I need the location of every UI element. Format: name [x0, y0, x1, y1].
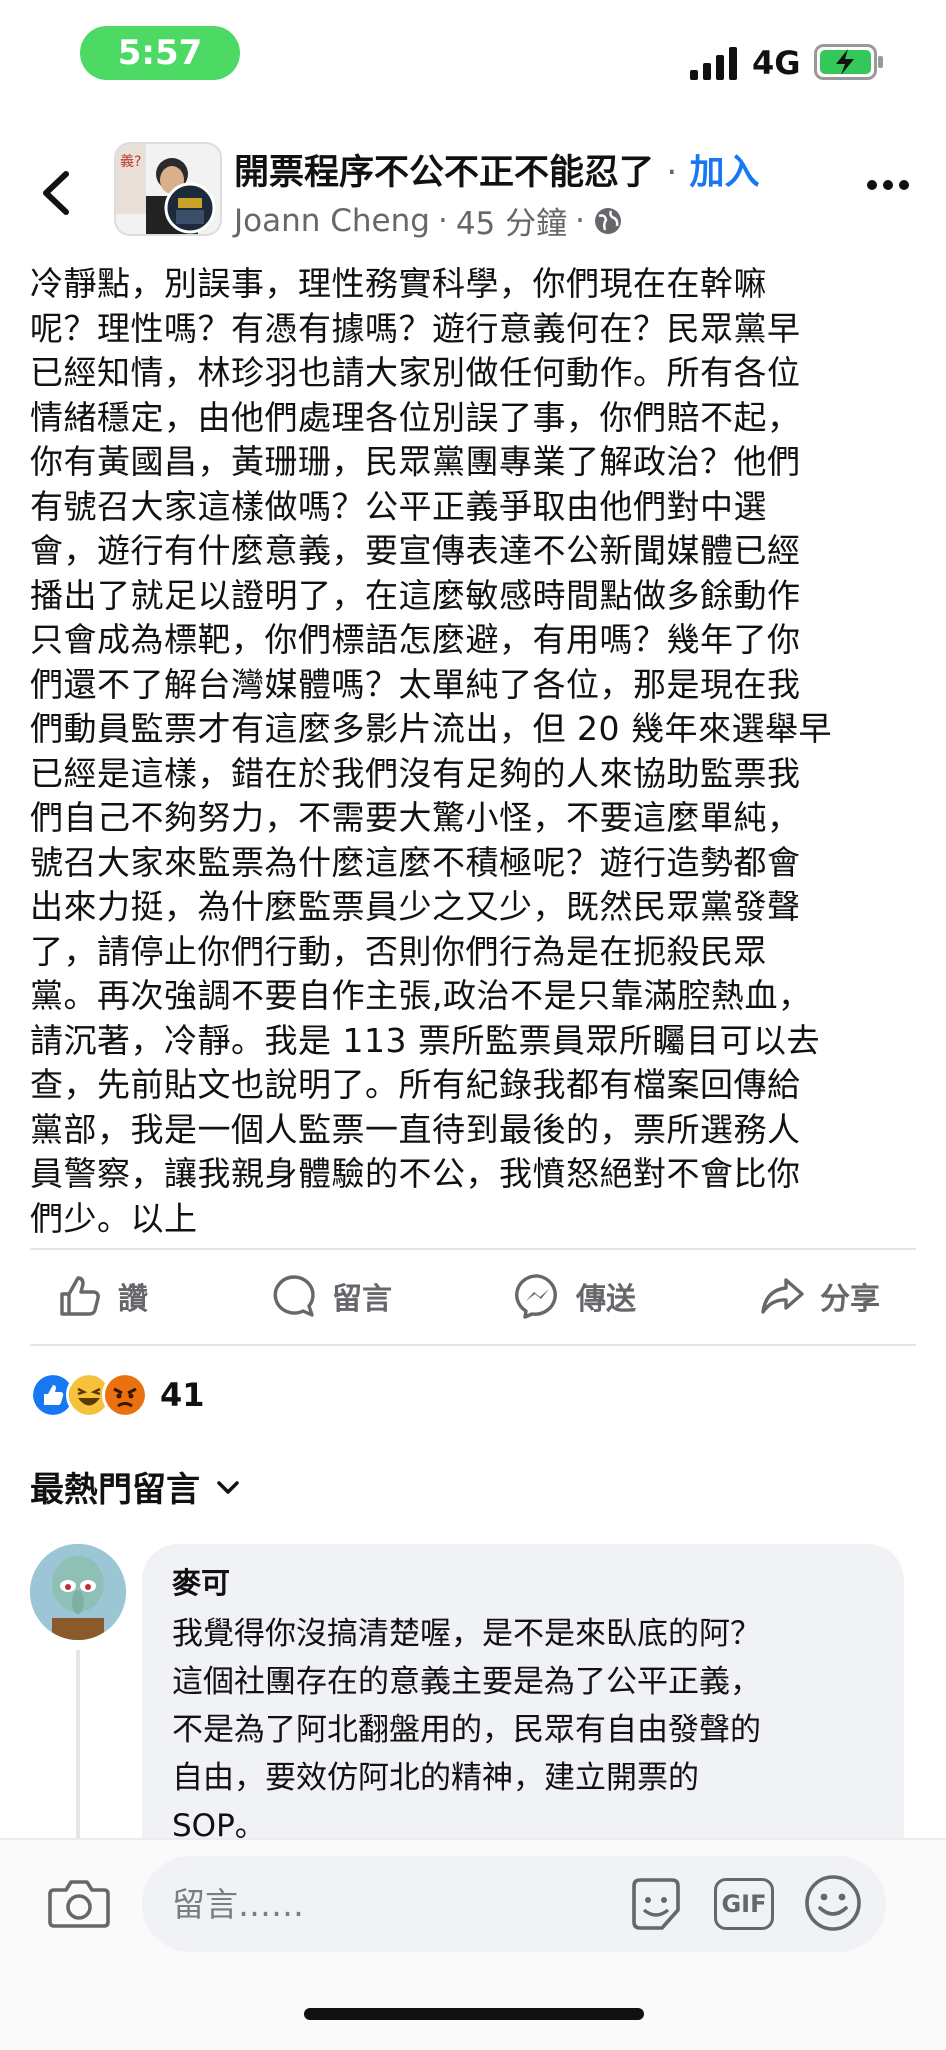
gif-button[interactable]: GIF — [714, 1878, 774, 1930]
comment-line: 不是為了阿北翻盤用的，民眾有自由發聲的 — [172, 1712, 761, 1748]
comment-label: 留言 — [332, 1282, 392, 1317]
join-button[interactable]: 加入 — [690, 153, 760, 193]
group-avatar[interactable]: 義? — [114, 142, 222, 236]
status-time: 5:57 — [80, 26, 240, 80]
share-arrow-icon — [761, 1278, 804, 1314]
separator: · — [575, 202, 585, 239]
svg-text:義?: 義? — [120, 153, 141, 170]
reactions-summary[interactable]: 41 — [30, 1372, 205, 1418]
thread-line — [76, 1650, 80, 1850]
post-meta: Joann Cheng · 45 分鐘 · — [234, 198, 623, 243]
like-button[interactable]: 讚 — [56, 1268, 148, 1324]
group-name[interactable]: 開票程序不公不正不能忍了 — [234, 153, 654, 193]
post-line: 呢？理性嗎？有憑有據嗎？遊行意義何在？民眾黨早 — [30, 308, 801, 348]
post-line: 情緒穩定，由他們處理各位別誤了事，你們賠不起， — [30, 397, 801, 437]
post-line: 們還不了解台灣媒體嗎？太單純了各位，那是現在我 — [30, 664, 801, 704]
network-type: 4G — [752, 44, 801, 82]
reaction-count: 41 — [160, 1376, 205, 1414]
messenger-icon — [515, 1274, 557, 1319]
post-body: 冷靜點，別誤事，理性務實科學，你們現在在幹嘛 呢？理性嗎？有憑有據嗎？遊行意義何… — [30, 262, 920, 1241]
comment-sort-label: 最熱門留言 — [30, 1470, 200, 1510]
share-button[interactable]: 分享 — [758, 1268, 880, 1324]
divider — [30, 1344, 916, 1346]
commenter-name[interactable]: 麥可 — [172, 1560, 230, 1602]
post-line: 你有黃國昌，黃珊珊，民眾黨團專業了解政治？他們 — [30, 442, 801, 481]
signal-icon — [690, 47, 737, 80]
post-line: 已經是這樣，錯在於我們沒有足夠的人來協助監票我 — [30, 753, 801, 793]
send-button[interactable]: 傳送 — [514, 1268, 636, 1324]
battery-icon — [814, 44, 883, 80]
comment-button[interactable]: 留言 — [270, 1268, 392, 1324]
comment-sort-dropdown[interactable]: 最熱門留言 — [30, 1462, 240, 1511]
post-line: 播出了就足以證明了，在這麼敏感時間點做多餘動作 — [30, 575, 801, 615]
post-line: 員警察，讓我親身體驗的不公，我憤怒絕對不會比你 — [30, 1154, 801, 1193]
post-line: 有號召大家這樣做嗎？公平正義爭取由他們對中選 — [30, 486, 767, 526]
post-line: 冷靜點，別誤事，理性務實科學，你們現在在幹嘛 — [30, 264, 767, 303]
post-line: 出來力挺，為什麼監票員少之又少，既然民眾黨發聲 — [30, 887, 801, 926]
comment-input[interactable] — [142, 1856, 886, 1952]
post-line: 請沉著，冷靜。我是 113 票所監票員眾所矚目可以去 — [30, 1020, 820, 1060]
more-options-icon[interactable] — [866, 178, 910, 192]
comment-line: 我覺得你沒搞清楚喔，是不是來臥底的阿？ — [172, 1616, 761, 1652]
post-line: 們自己不夠努力，不需要大驚小怪，不要這麼單純， — [30, 798, 801, 837]
sticker-icon[interactable] — [626, 1874, 686, 1934]
post-line: 黨部，我是一個人監票一直待到最後的，票所選務人 — [30, 1109, 801, 1149]
commenter-avatar[interactable] — [30, 1544, 126, 1640]
separator: · — [437, 202, 448, 239]
share-label: 分享 — [820, 1282, 880, 1317]
like-label: 讚 — [118, 1282, 148, 1317]
home-indicator — [304, 2008, 644, 2020]
comment-line: 這個社團存在的意義主要是為了公平正義， — [172, 1664, 761, 1700]
post-line: 查，先前貼文也說明了。所有紀錄我都有檔案回傳給 — [30, 1065, 801, 1104]
post-line: 已經知情，林珍羽也請大家別做任何動作。所有各位 — [30, 353, 801, 392]
comment-bubble-icon — [273, 1275, 315, 1317]
chevron-down-icon — [217, 1480, 239, 1494]
separator: · — [666, 153, 678, 193]
emoji-icon[interactable] — [804, 1874, 862, 1932]
post-line: 了，請停止你們行動，否則你們行為是在扼殺民眾 — [30, 931, 767, 971]
comment-text: 我覺得你沒搞清楚喔，是不是來臥底的阿？ 這個社團存在的意義主要是為了公平正義， … — [172, 1610, 892, 1850]
post-line: 號召大家來監票為什麼這麼不積極呢？遊行造勢都會 — [30, 842, 801, 882]
angry-reaction-icon — [102, 1372, 148, 1418]
post-time[interactable]: 45 分鐘 — [456, 198, 567, 243]
thumbs-up-icon — [60, 1276, 100, 1316]
send-label: 傳送 — [576, 1282, 636, 1317]
comment-line: 自由，要效仿阿北的精神，建立開票的 — [172, 1760, 699, 1796]
post-line: 黨。再次強調不要自作主張,政治不是只靠滿腔熱血， — [30, 976, 812, 1015]
post-line: 們動員監票才有這麼多影片流出，但 20 幾年來選舉早 — [30, 709, 832, 748]
divider — [30, 1248, 916, 1250]
back-arrow-icon[interactable] — [38, 170, 74, 216]
camera-icon[interactable] — [48, 1876, 110, 1930]
post-line: 會，遊行有什麼意義，要宣傳表達不公新聞媒體已經 — [30, 531, 801, 570]
group-title-row: 開票程序不公不正不能忍了 · 加入 — [234, 144, 760, 195]
author-name[interactable]: Joann Cheng — [234, 203, 430, 239]
post-line: 只會成為標靶，你們標語怎麼避，有用嗎？幾年了你 — [30, 620, 801, 659]
globe-icon — [594, 207, 621, 234]
post-line: 們少。以上 — [30, 1198, 198, 1238]
